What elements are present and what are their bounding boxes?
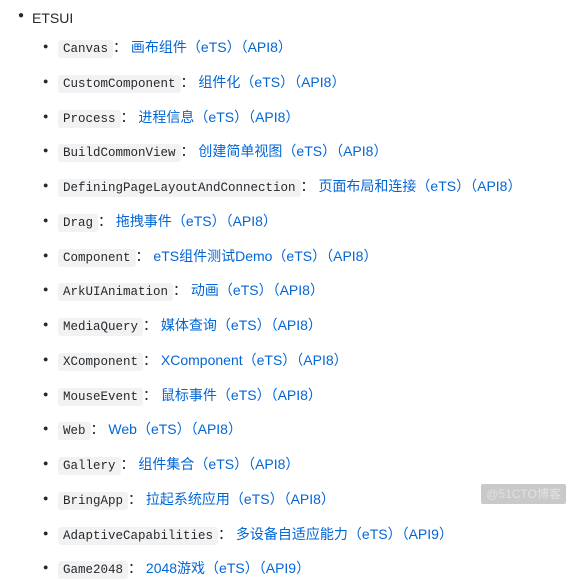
bullet-icon: ●	[43, 40, 48, 54]
separator: ：	[301, 178, 315, 194]
component-tag: BuildCommonView	[58, 144, 181, 162]
component-link[interactable]: 创建简单视图（eTS）（API8）	[198, 143, 387, 159]
bullet-icon: ●	[43, 214, 48, 228]
separator: ：	[91, 421, 105, 437]
separator: ：	[218, 526, 232, 542]
bullet-icon: ●	[43, 561, 48, 575]
component-link[interactable]: Web（eTS）（API8）	[108, 421, 242, 437]
list-item: ●Process： 进程信息（eTS）（API8）	[58, 107, 572, 129]
bullet-icon: ●	[43, 110, 48, 124]
bullet-icon: ●	[43, 527, 48, 541]
separator: ：	[143, 387, 157, 403]
bullet-icon: ●	[43, 422, 48, 436]
section-title: ETSUI	[32, 10, 73, 26]
separator: ：	[181, 74, 195, 90]
component-link[interactable]: 组件化（eTS）（API8）	[198, 74, 345, 90]
list-item: ●Web： Web（eTS）（API8）	[58, 419, 572, 441]
separator: ：	[136, 248, 150, 264]
component-tag: Canvas	[58, 40, 113, 58]
list-item: ●Game2048： 2048游戏（eTS）（API9）	[58, 558, 572, 580]
component-tag: Drag	[58, 214, 98, 232]
watermark: @51CTO博客	[481, 484, 566, 504]
component-link[interactable]: 2048游戏（eTS）（API9）	[146, 560, 310, 576]
component-tag: Process	[58, 110, 121, 128]
separator: ：	[173, 282, 187, 298]
component-tag: XComponent	[58, 353, 143, 371]
bullet-icon: ●	[43, 144, 48, 158]
component-tag: MediaQuery	[58, 318, 143, 336]
list-item: ●AdaptiveCapabilities： 多设备自适应能力（eTS）（API…	[58, 524, 572, 546]
bullet-icon: ●	[43, 492, 48, 506]
list-item: ●Component： eTS组件测试Demo（eTS）（API8）	[58, 246, 572, 268]
list-item: ●ArkUIAnimation： 动画（eTS）（API8）	[58, 280, 572, 302]
component-tag: MouseEvent	[58, 388, 143, 406]
separator: ：	[143, 317, 157, 333]
separator: ：	[121, 109, 135, 125]
component-link[interactable]: XComponent（eTS）（API8）	[161, 352, 348, 368]
list-item: ●CustomComponent： 组件化（eTS）（API8）	[58, 72, 572, 94]
component-tag: Game2048	[58, 561, 128, 579]
component-link[interactable]: eTS组件测试Demo（eTS）（API8）	[153, 248, 377, 264]
separator: ：	[113, 39, 127, 55]
component-link[interactable]: 页面布局和连接（eTS）（API8）	[318, 178, 521, 194]
list-item: ●DefiningPageLayoutAndConnection： 页面布局和连…	[58, 176, 572, 198]
component-tag: Web	[58, 422, 91, 440]
bullet-icon: ●	[43, 283, 48, 297]
component-link[interactable]: 多设备自适应能力（eTS）（API9）	[236, 526, 453, 542]
component-tag: Gallery	[58, 457, 121, 475]
component-link[interactable]: 拖拽事件（eTS）（API8）	[116, 213, 277, 229]
component-tag: ArkUIAnimation	[58, 283, 173, 301]
component-tag: AdaptiveCapabilities	[58, 527, 218, 545]
bullet-icon: ●	[43, 388, 48, 402]
component-link[interactable]: 媒体查询（eTS）（API8）	[161, 317, 322, 333]
separator: ：	[128, 491, 142, 507]
list-item: ●MediaQuery： 媒体查询（eTS）（API8）	[58, 315, 572, 337]
separator: ：	[98, 213, 112, 229]
list-item: ●MouseEvent： 鼠标事件（eTS）（API8）	[58, 385, 572, 407]
bullet-icon: ●	[18, 8, 24, 23]
bullet-icon: ●	[43, 249, 48, 263]
separator: ：	[121, 456, 135, 472]
bullet-icon: ●	[43, 75, 48, 89]
separator: ：	[128, 560, 142, 576]
separator: ：	[143, 352, 157, 368]
component-link[interactable]: 进程信息（eTS）（API8）	[138, 109, 299, 125]
bullet-icon: ●	[43, 457, 48, 471]
component-tag: BringApp	[58, 492, 128, 510]
component-tag: CustomComponent	[58, 75, 181, 93]
list-item: ●Gallery： 组件集合（eTS）（API8）	[58, 454, 572, 476]
component-tag: DefiningPageLayoutAndConnection	[58, 179, 301, 197]
separator: ：	[181, 143, 195, 159]
list-item: ●XComponent： XComponent（eTS）（API8）	[58, 350, 572, 372]
component-link[interactable]: 组件集合（eTS）（API8）	[138, 456, 299, 472]
list-item: ●BuildCommonView： 创建简单视图（eTS）（API8）	[58, 141, 572, 163]
component-tag: Component	[58, 249, 136, 267]
list-item: ●Drag： 拖拽事件（eTS）（API8）	[58, 211, 572, 233]
bullet-icon: ●	[43, 353, 48, 367]
component-link[interactable]: 画布组件（eTS）（API8）	[131, 39, 292, 55]
component-link[interactable]: 动画（eTS）（API8）	[191, 282, 324, 298]
bullet-icon: ●	[43, 318, 48, 332]
component-link[interactable]: 鼠标事件（eTS）（API8）	[161, 387, 322, 403]
component-link[interactable]: 拉起系统应用（eTS）（API8）	[146, 491, 335, 507]
list-item: ●Canvas： 画布组件（eTS）（API8）	[58, 37, 572, 59]
bullet-icon: ●	[43, 179, 48, 193]
